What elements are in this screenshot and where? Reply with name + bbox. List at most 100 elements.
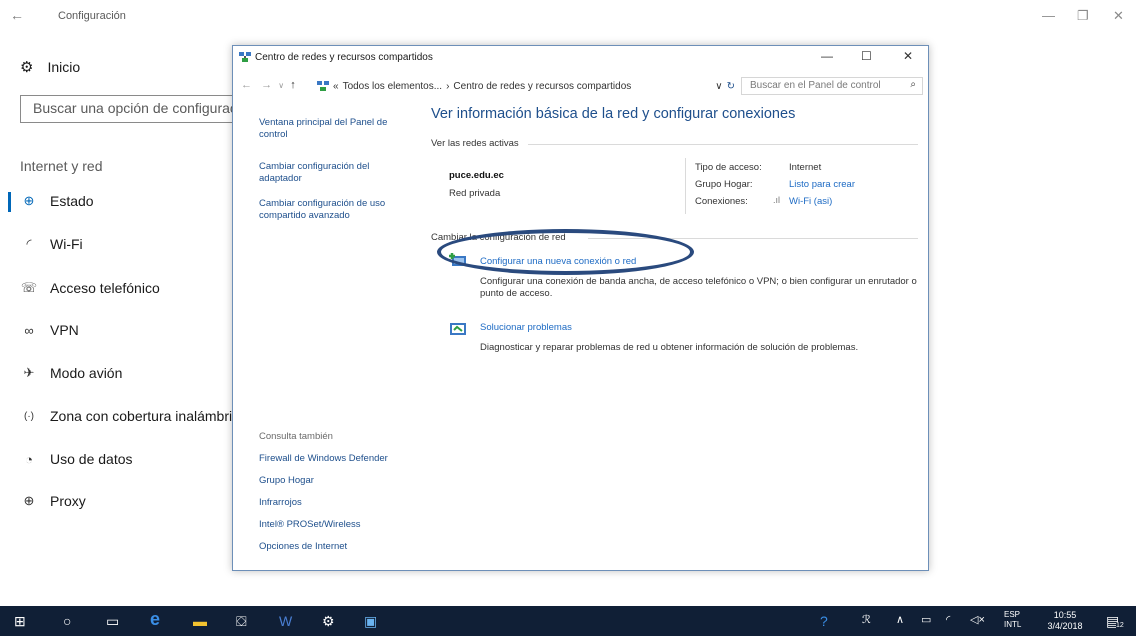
- connections-label: Conexiones:: [695, 196, 748, 207]
- nav-item-proxy[interactable]: ⊕ Proxy: [20, 493, 86, 509]
- data-usage-icon: ◔: [25, 451, 33, 467]
- nav-item-estado[interactable]: ⊕ Estado: [20, 193, 94, 209]
- nav-home-label: Inicio: [47, 59, 81, 75]
- clock[interactable]: 10:55 3/4/2018: [1040, 610, 1090, 632]
- cp-minimize-icon[interactable]: —: [821, 49, 833, 63]
- volume-icon[interactable]: ◁×: [970, 613, 985, 626]
- breadcrumb-item-all[interactable]: Todos los elementos...: [343, 81, 443, 92]
- wifi-signal-icon: .ıl: [773, 195, 781, 205]
- nav-item-label: Acceso telefónico: [50, 280, 160, 296]
- divider: [528, 144, 918, 145]
- refresh-icon[interactable]: ↻: [727, 81, 735, 92]
- close-icon[interactable]: ✕: [1113, 8, 1124, 24]
- taskbar: [0, 606, 1136, 636]
- network-type: Red privada: [449, 188, 501, 199]
- homegroup-label: Grupo Hogar:: [695, 179, 753, 190]
- back-icon[interactable]: ←: [241, 79, 252, 91]
- dialup-icon: ☏: [20, 280, 38, 295]
- globe-icon: ⊕: [23, 493, 35, 508]
- settings-search-input[interactable]: Buscar una opción de configuración: [20, 95, 260, 123]
- highlight-ellipse: [437, 229, 694, 275]
- cp-maximize-icon[interactable]: ☐: [861, 49, 872, 63]
- notification-count: 12: [1116, 622, 1124, 629]
- troubleshoot-icon: [450, 323, 466, 335]
- nav-item-label: Estado: [50, 193, 94, 209]
- active-indicator: [8, 192, 11, 212]
- page-title: Ver información básica de la red y confi…: [431, 106, 796, 122]
- chevron-down-icon[interactable]: ∨: [278, 81, 284, 90]
- network-name: puce.edu.ec: [449, 170, 504, 181]
- search-icon: ⌕: [910, 79, 916, 90]
- nav-item-label: Wi-Fi: [50, 236, 83, 252]
- network-center-icon: [239, 52, 251, 62]
- windows-start-icon[interactable]: ⊞: [14, 613, 26, 630]
- store-icon[interactable]: ⛋: [236, 613, 247, 630]
- link-advanced-sharing[interactable]: Cambiar configuración de uso compartido …: [259, 198, 409, 222]
- forward-icon[interactable]: →: [261, 79, 272, 91]
- task-view-icon[interactable]: ▭: [106, 613, 119, 630]
- nav-item-label: Zona con cobertura inalámbrica: [50, 408, 247, 424]
- control-panel-window: Centro de redes y recursos compartidos —…: [232, 45, 929, 571]
- back-arrow-icon[interactable]: ←: [10, 7, 24, 23]
- chevron-up-icon[interactable]: ∧: [896, 613, 904, 626]
- edge-browser-icon[interactable]: e: [150, 609, 160, 630]
- active-networks-label: Ver las redes activas: [431, 138, 519, 149]
- nav-item-label: Uso de datos: [50, 451, 133, 467]
- keyboard-layout: INTL: [1004, 620, 1022, 629]
- link-cp-home[interactable]: Ventana principal del Panel de control: [259, 117, 409, 141]
- breadcrumb-item-current[interactable]: Centro de redes y recursos compartidos: [453, 81, 631, 92]
- link-adapter-settings[interactable]: Cambiar configuración del adaptador: [259, 161, 409, 185]
- help-icon[interactable]: ?: [820, 613, 828, 629]
- language-code: ESP: [1004, 610, 1021, 619]
- task-troubleshoot-link[interactable]: Solucionar problemas: [480, 322, 572, 333]
- up-icon[interactable]: ↑: [290, 79, 296, 91]
- nav-item-uso-datos[interactable]: ◔ Uso de datos: [20, 451, 133, 467]
- language-indicator[interactable]: ESP INTL: [1004, 610, 1021, 630]
- control-panel-taskbar-icon[interactable]: ▣: [364, 613, 377, 630]
- task-troubleshoot-desc: Diagnosticar y reparar problemas de red …: [480, 342, 859, 353]
- link-internet-options[interactable]: Opciones de Internet: [259, 541, 347, 553]
- task-new-connection-desc: Configurar una conexión de banda ancha, …: [480, 276, 917, 299]
- clock-date: 3/4/2018: [1047, 621, 1083, 631]
- nav-item-label: Modo avión: [50, 365, 123, 381]
- nav-item-label: VPN: [50, 322, 79, 338]
- airplane-icon: ✈: [23, 365, 35, 380]
- word-icon[interactable]: W: [279, 613, 292, 629]
- file-explorer-icon[interactable]: ▬: [193, 613, 207, 629]
- minimize-icon[interactable]: —: [1042, 8, 1055, 23]
- link-firewall[interactable]: Firewall de Windows Defender: [259, 453, 388, 465]
- link-homegroup[interactable]: Grupo Hogar: [259, 475, 314, 487]
- address-bar[interactable]: « Todos los elementos... › Centro de red…: [317, 77, 735, 95]
- nav-item-vpn[interactable]: ∞ VPN: [20, 322, 79, 338]
- homegroup-link[interactable]: Listo para crear: [789, 179, 855, 190]
- nav-item-modo-avion[interactable]: ✈ Modo avión: [20, 365, 123, 381]
- cp-close-icon[interactable]: ✕: [903, 49, 913, 63]
- cp-window-title: Centro de redes y recursos compartidos: [255, 52, 433, 63]
- breadcrumb-separator[interactable]: ›: [446, 81, 449, 92]
- breadcrumb-prefix: «: [333, 80, 339, 92]
- access-type-value: Internet: [789, 162, 822, 173]
- divider: [685, 158, 686, 214]
- battery-icon[interactable]: ▭: [921, 613, 931, 626]
- hotspot-icon: (·): [24, 410, 34, 422]
- chevron-down-icon[interactable]: ∨: [715, 81, 722, 92]
- people-icon[interactable]: ℛ: [862, 613, 871, 626]
- network-center-icon: [317, 81, 329, 91]
- link-infrared[interactable]: Infrarrojos: [259, 497, 302, 509]
- nav-item-acceso-telefonico[interactable]: ☏ Acceso telefónico: [20, 280, 160, 296]
- cp-search-placeholder: Buscar en el Panel de control: [750, 80, 881, 91]
- nav-item-label: Proxy: [50, 493, 86, 509]
- wifi-icon[interactable]: ◜: [946, 613, 950, 626]
- nav-home[interactable]: ⚙ Inicio: [20, 58, 80, 76]
- vpn-icon: ∞: [24, 322, 34, 338]
- settings-gear-icon[interactable]: ⚙: [322, 613, 335, 630]
- gear-icon: ⚙: [20, 59, 34, 76]
- cp-search-input[interactable]: Buscar en el Panel de control ⌕: [741, 77, 923, 95]
- nav-item-zona-cobertura[interactable]: (·) Zona con cobertura inalámbrica: [20, 408, 247, 424]
- link-intel-proset[interactable]: Intel® PROSet/Wireless: [259, 519, 361, 531]
- see-also-title: Consulta también: [259, 431, 333, 442]
- search-icon[interactable]: ○: [63, 613, 71, 629]
- wifi-connection-link[interactable]: Wi-Fi (asi): [789, 196, 832, 207]
- nav-item-wifi[interactable]: ◜ Wi-Fi: [20, 236, 83, 252]
- maximize-icon[interactable]: ❐: [1077, 8, 1089, 24]
